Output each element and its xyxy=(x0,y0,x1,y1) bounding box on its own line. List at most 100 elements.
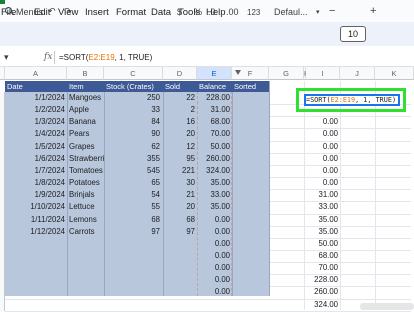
menu-insert[interactable]: Insert xyxy=(85,7,109,18)
cell-stock[interactable]: 62 xyxy=(104,141,160,153)
cell-stock[interactable]: 355 xyxy=(104,153,160,165)
cell-date[interactable]: 1/12/2024 xyxy=(5,226,65,238)
sorted-value-cell[interactable]: 68.00 xyxy=(305,250,338,262)
column-header-i[interactable]: I xyxy=(306,67,340,80)
percent-format-button[interactable]: % xyxy=(194,7,202,17)
cell-item[interactable]: Mangoes xyxy=(69,92,104,104)
sorted-value-cell[interactable]: 228.00 xyxy=(305,274,338,286)
cell-stock[interactable]: 84 xyxy=(104,116,160,128)
sorted-value-cell[interactable]: 0.00 xyxy=(305,141,338,153)
undo-icon[interactable]: ↶ xyxy=(48,6,56,17)
cell-stock[interactable]: 65 xyxy=(104,177,160,189)
font-size-decrease-button[interactable]: − xyxy=(329,5,335,17)
cell-date[interactable]: 1/10/2024 xyxy=(5,201,65,213)
currency-format-button[interactable]: $ xyxy=(177,7,182,17)
cell-balance[interactable]: 35.00 xyxy=(197,201,230,213)
column-header-a[interactable]: A xyxy=(5,67,67,80)
cell-stock[interactable]: 33 xyxy=(104,104,160,116)
cell-date[interactable]: 1/7/2024 xyxy=(5,165,65,177)
cell-item[interactable]: Lettuce xyxy=(69,201,104,213)
cell-date[interactable]: 1/4/2024 xyxy=(5,128,65,140)
cell-date[interactable]: 1/8/2024 xyxy=(5,177,65,189)
cell-balance[interactable]: 0.00 xyxy=(197,262,230,274)
sorted-value-cell[interactable]: 35.00 xyxy=(305,214,338,226)
increase-decimal-button[interactable]: .00 xyxy=(226,7,239,17)
cell-stock[interactable]: 68 xyxy=(104,214,160,226)
cell-balance[interactable]: 31.00 xyxy=(197,104,230,116)
menu-format[interactable]: Format xyxy=(116,7,146,18)
sorted-value-cell[interactable]: 0.00 xyxy=(305,165,338,177)
cell-balance[interactable]: 35.00 xyxy=(197,177,230,189)
cell-date[interactable]: 1/11/2024 xyxy=(5,214,65,226)
menu-data[interactable]: Data xyxy=(151,7,171,18)
cell-stock[interactable]: 97 xyxy=(104,226,160,238)
search-menus-icon[interactable] xyxy=(5,7,12,14)
cell-sold[interactable]: 21 xyxy=(163,189,195,201)
cell-date[interactable]: 1/1/2024 xyxy=(5,92,65,104)
font-size-input[interactable]: 10 xyxy=(340,26,366,42)
cell-balance[interactable]: 0.00 xyxy=(197,226,230,238)
cell-stock[interactable]: 54 xyxy=(104,189,160,201)
cell-sold[interactable]: 12 xyxy=(163,141,195,153)
cell-balance[interactable]: 0.00 xyxy=(197,238,230,250)
decrease-decimal-button[interactable]: .0 xyxy=(208,7,216,17)
sorted-value-cell[interactable]: 0.00 xyxy=(305,128,338,140)
chevron-down-icon[interactable]: ▾ xyxy=(316,8,320,16)
formula-input[interactable]: =SORT(E2:E19, 1, TRUE) xyxy=(59,53,152,62)
column-header-d[interactable]: D xyxy=(163,67,197,80)
sorted-value-cell[interactable]: 33.00 xyxy=(305,201,338,213)
cell-item[interactable]: Brinjals xyxy=(69,189,104,201)
cell-stock[interactable]: 90 xyxy=(104,128,160,140)
cell-balance[interactable]: 70.00 xyxy=(197,128,230,140)
cell-item[interactable]: Strawberries xyxy=(69,153,104,165)
cell-stock[interactable]: 55 xyxy=(104,201,160,213)
cell-date[interactable]: 1/6/2024 xyxy=(5,153,65,165)
redo-icon[interactable]: ↷ xyxy=(64,6,72,17)
cell-balance[interactable]: 0.00 xyxy=(197,250,230,262)
cell-balance[interactable]: 0.00 xyxy=(197,286,230,298)
sorted-value-cell[interactable]: 0.00 xyxy=(305,116,338,128)
filter-icon[interactable] xyxy=(235,70,241,75)
cell-sold[interactable]: 95 xyxy=(163,153,195,165)
cell-date[interactable]: 1/3/2024 xyxy=(5,116,65,128)
column-header-e[interactable]: E xyxy=(197,67,232,80)
horizontal-scrollbar[interactable] xyxy=(360,303,414,310)
cell-sold[interactable]: 20 xyxy=(163,128,195,140)
sorted-value-cell[interactable]: 70.00 xyxy=(305,262,338,274)
cell-sold[interactable]: 20 xyxy=(163,201,195,213)
cell-balance[interactable]: 68.00 xyxy=(197,116,230,128)
cell-item[interactable]: Potatoes xyxy=(69,177,104,189)
cell-sold[interactable]: 68 xyxy=(163,214,195,226)
cell-item[interactable]: Grapes xyxy=(69,141,104,153)
cell-item[interactable]: Tomatoes xyxy=(69,165,104,177)
number-format-button[interactable]: 123 xyxy=(247,8,260,17)
sorted-value-cell[interactable]: 0.00 xyxy=(305,153,338,165)
cell-date[interactable]: 1/9/2024 xyxy=(5,189,65,201)
cell-balance[interactable]: 0.00 xyxy=(197,214,230,226)
column-header-j[interactable]: J xyxy=(340,67,375,80)
cell-balance[interactable]: 324.00 xyxy=(197,165,230,177)
menus-search-button[interactable]: Menus xyxy=(16,7,43,17)
sorted-value-cell[interactable]: 31.00 xyxy=(305,189,338,201)
cell-sold[interactable]: 16 xyxy=(163,116,195,128)
cell-item[interactable]: Pears xyxy=(69,128,104,140)
sorted-value-cell[interactable]: 324.00 xyxy=(305,299,338,311)
cell-sold[interactable]: 30 xyxy=(163,177,195,189)
sorted-value-cell[interactable]: 35.00 xyxy=(305,226,338,238)
row-header[interactable] xyxy=(0,298,5,311)
cell-item[interactable]: Carrots xyxy=(69,226,104,238)
column-header-k[interactable]: K xyxy=(375,67,414,80)
cell-date[interactable]: 1/5/2024 xyxy=(5,141,65,153)
sorted-value-cell[interactable]: 0.00 xyxy=(305,177,338,189)
cell-stock[interactable]: 545 xyxy=(104,165,160,177)
font-family-select[interactable]: Defaul... xyxy=(274,7,308,17)
name-box-chevron-icon[interactable]: ▾ xyxy=(4,52,9,63)
sorted-value-cell[interactable]: 260.00 xyxy=(305,286,338,298)
cell-item[interactable]: Banana xyxy=(69,116,104,128)
cell-stock[interactable]: 250 xyxy=(104,92,160,104)
cell-balance[interactable]: 50.00 xyxy=(197,141,230,153)
cell-balance[interactable]: 228.00 xyxy=(197,92,230,104)
column-header-g[interactable]: G xyxy=(269,67,304,80)
cell-sold[interactable]: 2 xyxy=(163,104,195,116)
cell-date[interactable]: 1/2/2024 xyxy=(5,104,65,116)
